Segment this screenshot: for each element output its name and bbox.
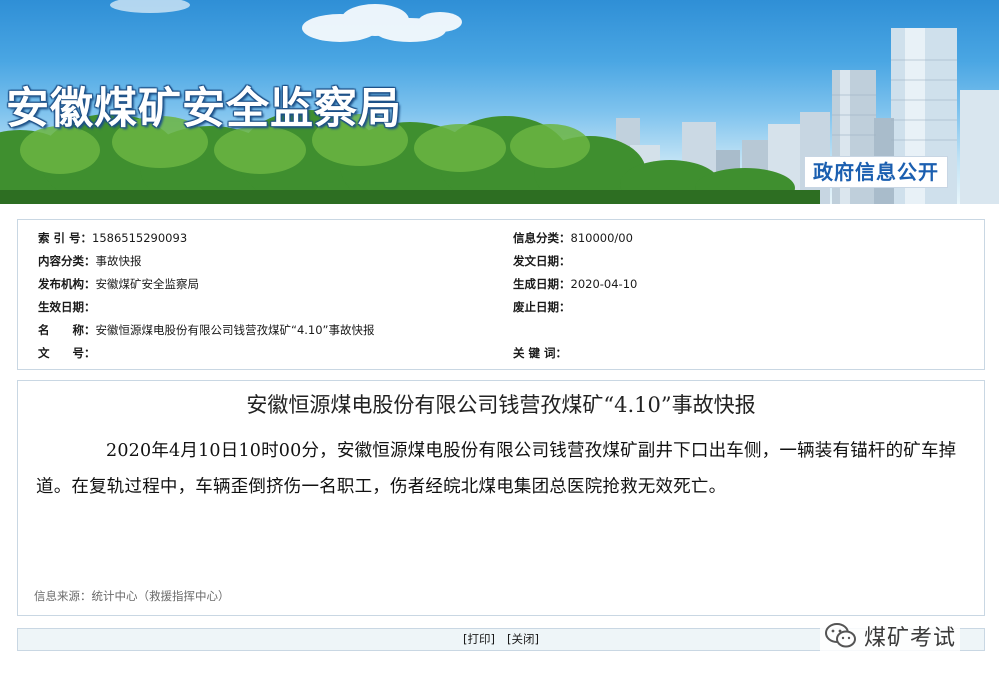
watermark-text: 煤矿考试 (864, 626, 957, 651)
article-panel: 安徽恒源煤电股份有限公司钱营孜煤矿“4.10”事故快报 2020年4月10日10… (17, 380, 985, 616)
meta-label: 名 称： (38, 323, 96, 337)
meta-label: 信息分类： (513, 231, 571, 245)
meta-label: 发布机构： (38, 277, 96, 291)
meta-label: 发文日期： (513, 254, 571, 268)
article-body: 2020年4月10日10时00分，安徽恒源煤电股份有限公司钱营孜煤矿副井下口出车… (36, 441, 957, 497)
meta-label: 生成日期： (513, 277, 571, 291)
header-banner: 安徽煤矿安全监察局 政府信息公开 (0, 0, 999, 204)
meta-label: 索 引 号： (38, 231, 93, 245)
meta-label: 生效日期： (38, 300, 96, 314)
meta-label: 文 号： (38, 346, 96, 360)
meta-keywords: 关 键 词： (513, 345, 567, 361)
site-title: 安徽煤矿安全监察局 (6, 84, 402, 134)
meta-value: 安徽煤矿安全监察局 (95, 277, 200, 291)
gov-info-disclosure-badge[interactable]: 政府信息公开 (804, 156, 948, 188)
meta-value: 810000/00 (570, 231, 633, 245)
meta-info-category: 信息分类：810000/00 (513, 230, 633, 246)
wechat-icon (825, 623, 856, 648)
article-source: 信息来源：统计中心（救援指挥中心） (34, 589, 230, 603)
article-title: 安徽恒源煤电股份有限公司钱营孜煤矿“4.10”事故快报 (246, 393, 756, 417)
meta-value: 事故快报 (95, 254, 142, 268)
meta-label: 内容分类： (38, 254, 96, 268)
meta-label: 关 键 词： (513, 346, 568, 360)
meta-index-number: 索 引 号：1586515290093 (38, 230, 187, 246)
meta-label: 废止日期： (513, 300, 571, 314)
document-metadata-panel: 索 引 号：1586515290093 内容分类：事故快报 发布机构：安徽煤矿安… (17, 219, 985, 370)
close-link[interactable]: [关闭] (507, 632, 539, 646)
print-link[interactable]: [打印] (463, 632, 495, 646)
meta-value: 1586515290093 (92, 231, 188, 245)
meta-effective-date: 生效日期： (38, 299, 96, 315)
meta-generated-date: 生成日期：2020-04-10 (513, 276, 637, 292)
meta-issue-date: 发文日期： (513, 253, 571, 269)
meta-value: 2020-04-10 (570, 277, 638, 291)
meta-document-number: 文 号： (38, 345, 96, 361)
meta-value: 安徽恒源煤电股份有限公司钱营孜煤矿“4.10”事故快报 (95, 323, 375, 337)
meta-content-category: 内容分类：事故快报 (38, 253, 142, 269)
meta-name: 名 称：安徽恒源煤电股份有限公司钱营孜煤矿“4.10”事故快报 (38, 322, 375, 338)
meta-repeal-date: 废止日期： (513, 299, 571, 315)
wechat-watermark: 煤矿考试 (820, 618, 961, 654)
meta-publisher: 发布机构：安徽煤矿安全监察局 (38, 276, 199, 292)
